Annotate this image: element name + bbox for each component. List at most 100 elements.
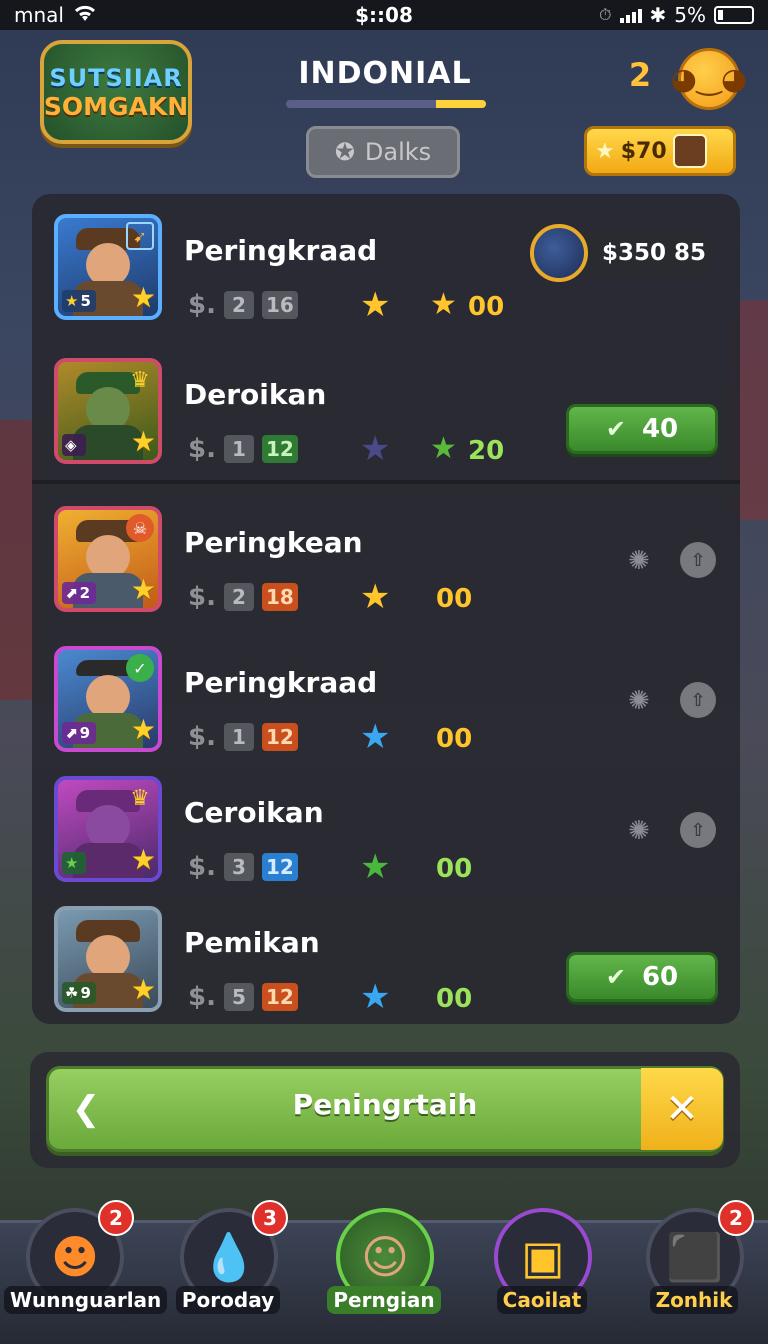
dollar-icon: $.	[188, 290, 216, 320]
nav-label: Wunnguarlan	[4, 1286, 168, 1314]
emoji-button[interactable]: ◕‿◕	[671, 48, 747, 110]
loading-gear-icon: ✺	[628, 546, 650, 576]
crown-icon: ♛	[130, 785, 150, 811]
nav-item-zonhik[interactable]: ⬛ 2 Zonhik	[624, 1200, 764, 1330]
title-progress-bar	[286, 100, 486, 108]
nav-label-text: Zonhik	[649, 1286, 739, 1314]
roster-row[interactable]: ★ 5 ★ ➹ Peringkraad $. 2 16 ★ ★ 00 $350 8…	[32, 208, 740, 326]
corner-star-icon: ★	[130, 973, 156, 1006]
stat-chip-1: 1	[224, 723, 254, 751]
stat-line: $. 5 12	[188, 982, 298, 1012]
wifi-icon	[72, 3, 98, 28]
close-button[interactable]: ✕	[641, 1068, 723, 1150]
hero-name: Deroikan	[184, 378, 327, 411]
level-rank-icon: ☘	[65, 984, 79, 1002]
money-value: $350 85	[602, 240, 707, 266]
nav-label: Poroday	[158, 1286, 298, 1314]
hero-name: Peringkraad	[184, 234, 378, 267]
level-value: 9	[80, 984, 91, 1002]
loading-gear-icon: ✺	[628, 686, 650, 716]
currency-count: 2	[628, 56, 652, 94]
battery-percent: 5%	[674, 3, 706, 27]
notification-badge: 2	[718, 1200, 754, 1236]
stat-line: $. 2 18	[188, 582, 298, 612]
green-star-icon: ★	[360, 847, 391, 887]
stat-chip-1: 5	[224, 983, 254, 1011]
status-left: mnal	[14, 3, 98, 28]
level-badge: ☘ 9	[62, 982, 96, 1004]
nav-item-poroday[interactable]: 💧 3 Poroday	[158, 1200, 298, 1330]
dollar-icon: $.	[188, 434, 216, 464]
gold-box-icon: ▣	[521, 1230, 565, 1284]
hero-avatar[interactable]: ◈ ★ ♛	[54, 358, 162, 464]
nav-label-text: Wunnguarlan	[4, 1286, 168, 1314]
logo-line-2: SOMGAKN	[43, 91, 189, 121]
nav-item-wunnguarlan[interactable]: ☻ 2 Wunnguarlan	[4, 1200, 168, 1330]
dollar-icon: $.	[188, 582, 216, 612]
level-star-icon: ★	[65, 292, 79, 310]
roster-row[interactable]: ◈ ★ ♛ Deroikan $. 1 12 ★ ★ 20 ✔ 40	[32, 352, 740, 470]
hero-name: Pemikan	[184, 926, 320, 959]
claim-button[interactable]: ✔ 40	[566, 404, 718, 454]
bluetooth-icon: ✱	[649, 3, 667, 27]
gold-label: $70	[620, 138, 667, 164]
blue-star-icon: ★	[360, 717, 391, 757]
score-value: 00	[436, 984, 473, 1014]
roster-row[interactable]: ★ ★ ♛ Ceroikan $. 3 12 ★ 00 ✺ ⇧	[32, 770, 740, 888]
check-badge-icon: ✓	[126, 654, 154, 682]
stat-chip-2: 16	[262, 291, 298, 319]
corner-star-icon: ★	[130, 281, 156, 314]
claim-button[interactable]: ✔ 60	[566, 952, 718, 1002]
gold-star-icon: ★	[595, 138, 615, 164]
level-badge: ⬈ 9	[62, 722, 96, 744]
roster-row[interactable]: ⬈ 9 ★ ✓ Peringkraad $. 1 12 ★ 00 ✺ ⇧	[32, 640, 740, 758]
level-value: 9	[79, 724, 91, 742]
corner-star-icon: ★	[130, 713, 156, 746]
lock-button[interactable]: ⇧	[680, 542, 716, 578]
hero-avatar[interactable]: ⬈ 2 ★ ☠	[54, 506, 162, 612]
check-icon: ✔	[605, 963, 626, 991]
nav-label-text: Poroday	[175, 1286, 281, 1314]
blue-star-icon: ★	[360, 977, 391, 1017]
hero-avatar[interactable]: ☘ 9 ★	[54, 906, 162, 1012]
check-icon: ✔	[605, 415, 626, 443]
back-button[interactable]: ❮	[62, 1086, 110, 1132]
money-pill: $350 85	[530, 224, 716, 282]
stat-chip-1: 2	[224, 291, 254, 319]
hero-avatar[interactable]: ⬈ 9 ★ ✓	[54, 646, 162, 752]
signal-icon	[619, 7, 642, 23]
corner-star-icon: ★	[130, 573, 156, 606]
detective-icon: ☺	[361, 1230, 409, 1284]
lock-button[interactable]: ⇧	[680, 682, 716, 718]
orange-creature-icon: ☻	[51, 1230, 99, 1284]
page-title: INDONIAL	[298, 56, 472, 91]
level-rank-icon: ⬈	[65, 724, 78, 742]
claim-value: 60	[641, 962, 679, 992]
boost-icon: ➹	[126, 222, 154, 250]
stat-chip-2: 18	[262, 583, 298, 611]
lock-button[interactable]: ⇧	[680, 812, 716, 848]
chevron-left-icon: ❮	[71, 1089, 101, 1129]
roster-row[interactable]: ☘ 9 ★ Pemikan $. 5 12 ★ 00 ✔ 60	[32, 900, 740, 1018]
mini-avatar-icon	[672, 134, 707, 168]
alarm-icon: ⏱	[599, 5, 612, 24]
dalks-button[interactable]: ✪ Dalks	[306, 126, 460, 178]
stat-chip-2: 12	[262, 435, 298, 463]
level-value: 5	[80, 292, 91, 310]
hero-avatar[interactable]: ★ 5 ★ ➹	[54, 214, 162, 320]
hero-avatar[interactable]: ★ ★ ♛	[54, 776, 162, 882]
claim-value: 40	[641, 414, 679, 444]
crown-icon: ♛	[130, 367, 150, 393]
class-badge-icon: ◈	[62, 434, 86, 456]
nav-item-perngian[interactable]: ☺ Perngian	[314, 1200, 454, 1330]
battery-icon	[714, 6, 754, 24]
level-badge: ★ 5	[62, 290, 96, 312]
nav-label: Caoilat	[472, 1286, 612, 1314]
stat-line: $. 1 12	[188, 722, 298, 752]
stat-chip-1: 3	[224, 853, 254, 881]
score-value: 00	[436, 584, 473, 614]
nav-item-caoilat[interactable]: ▣ Caoilat	[472, 1200, 612, 1330]
hero-name: Ceroikan	[184, 796, 324, 829]
roster-row[interactable]: ⬈ 2 ★ ☠ Peringkean $. 2 18 ★ 00 ✺ ⇧	[32, 500, 740, 618]
gold-button[interactable]: ★ $70	[584, 126, 736, 176]
